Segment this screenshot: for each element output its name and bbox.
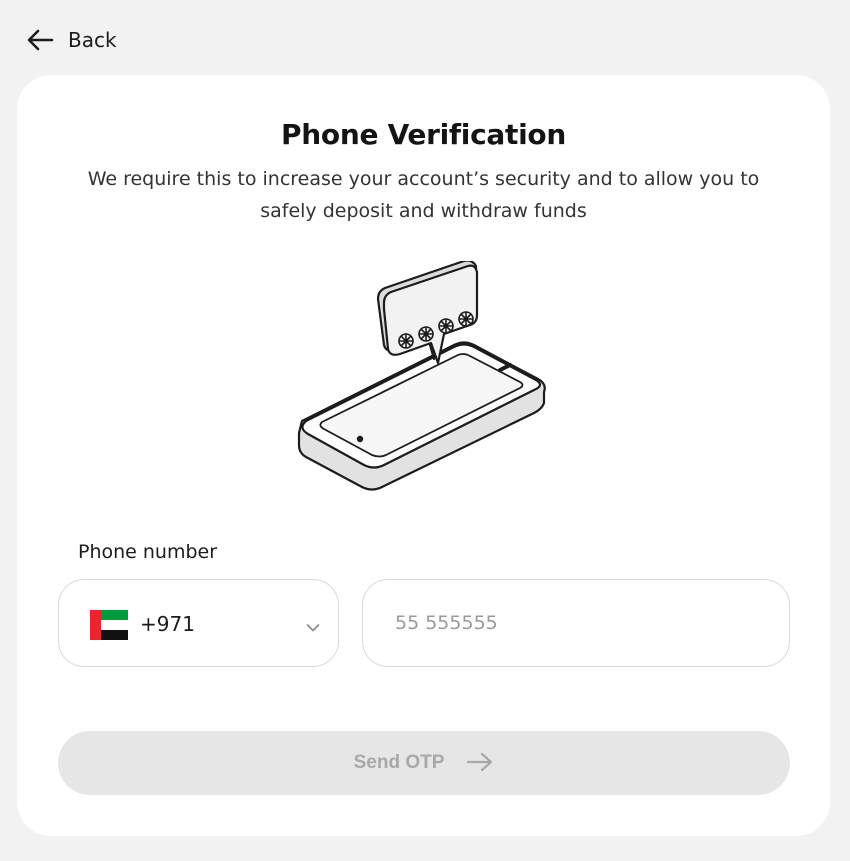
arrow-left-icon [26,28,54,52]
page-subtitle: We require this to increase your account… [87,168,760,222]
chevron-down-icon [306,618,320,637]
verification-card: Phone Verification We require this to in… [17,75,830,836]
phone-number-input[interactable] [362,579,790,667]
uae-flag-icon [90,610,128,640]
page-title: Phone Verification [281,118,566,151]
phone-number-label: Phone number [78,541,218,563]
arrow-right-icon [466,751,494,776]
back-label: Back [68,28,117,52]
send-otp-label: Send OTP [353,752,445,773]
back-button[interactable]: Back [26,24,117,56]
phone-otp-illustration [292,259,552,493]
send-otp-button[interactable]: Send OTP [58,731,790,795]
country-code-select[interactable]: +971 [58,579,339,667]
dial-code: +971 [140,612,195,636]
